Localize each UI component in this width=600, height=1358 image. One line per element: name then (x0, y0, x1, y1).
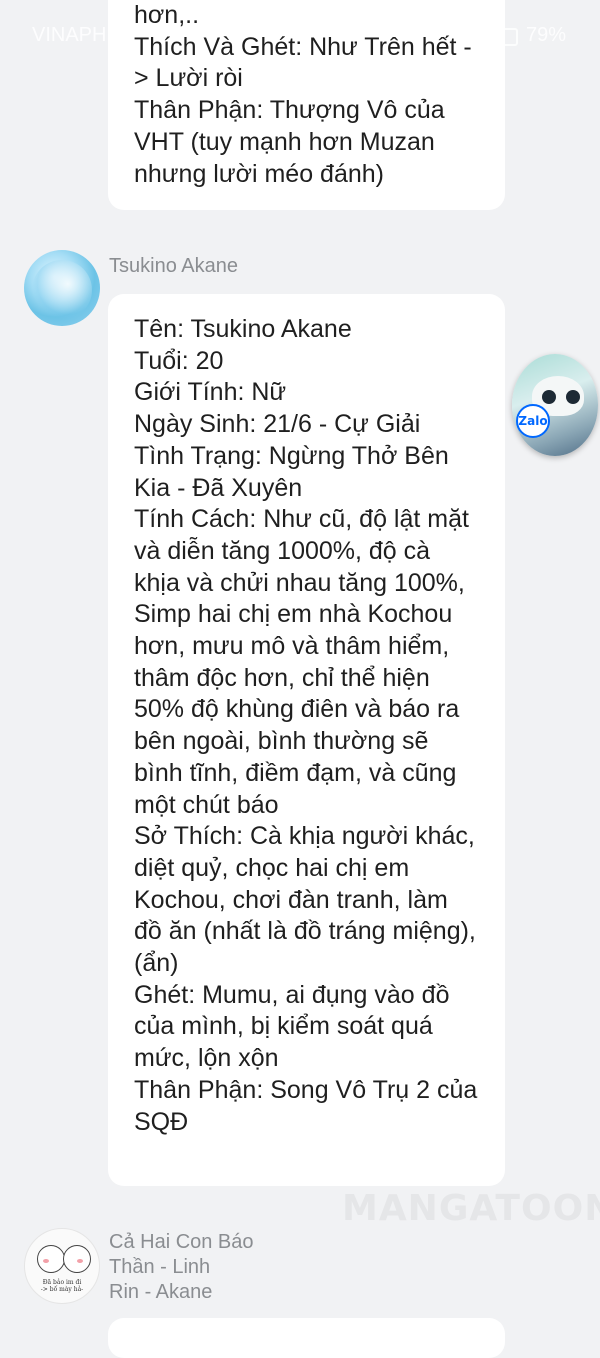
floating-chat-head[interactable]: Zalo (512, 354, 598, 456)
avatar-detail (43, 1259, 49, 1263)
message-bubble (108, 1318, 505, 1358)
avatar-detail (77, 1259, 83, 1263)
chat-head-image (542, 390, 556, 404)
avatar-image (37, 1245, 65, 1273)
sender-name: Tsukino Akane (109, 255, 238, 277)
chat-head-image (566, 390, 580, 404)
battery-level: 79% (525, 24, 566, 46)
sender-name: Cả Hai Con Báo Thần - Linh Rin - Akane (109, 1231, 254, 1303)
avatar[interactable] (24, 250, 100, 326)
avatar[interactable]: Đã bảo im đi -> bố mày hả- (24, 1228, 100, 1304)
watermark: MANGATOON (342, 1188, 600, 1229)
carrier-name: VINAPH (32, 24, 107, 46)
zalo-badge: Zalo (516, 404, 550, 438)
message-bubble: hơn,.. Thích Và Ghét: Như Trên hết -> Lư… (108, 0, 505, 210)
avatar-caption: Đã bảo im đi -> bố mày hả- (40, 1279, 84, 1293)
avatar-image (32, 260, 92, 320)
message-bubble: Tên: Tsukino Akane Tuổi: 20 Giới Tính: N… (108, 294, 505, 1186)
